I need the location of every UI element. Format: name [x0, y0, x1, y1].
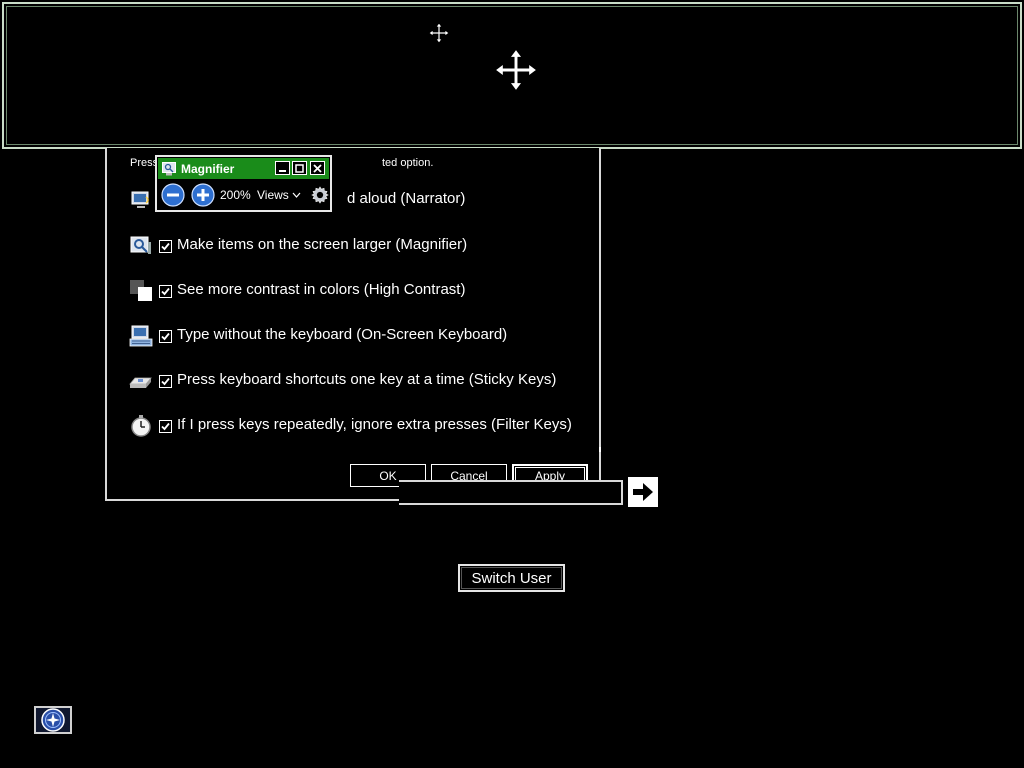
minimize-button[interactable] — [275, 161, 290, 175]
option-label-high-contrast: See more contrast in colors (High Contra… — [177, 281, 466, 298]
option-label-on-screen-keyboard: Type without the keyboard (On-Screen Key… — [177, 326, 508, 343]
maximize-icon — [295, 163, 304, 173]
on-screen-keyboard-icon — [129, 325, 153, 347]
high-contrast-icon — [130, 280, 152, 301]
option-magnifier[interactable]: Make items on the screen larger (Magnifi… — [129, 234, 589, 262]
high-contrast-checkbox[interactable] — [159, 285, 172, 298]
zoom-level: 200% — [220, 188, 251, 202]
chevron-down-icon — [292, 192, 301, 198]
magnifier-titlebar[interactable]: Magnifier — [158, 158, 329, 179]
sticky-keys-checkbox[interactable] — [159, 375, 172, 388]
option-high-contrast[interactable]: See more contrast in colors (High Contra… — [129, 279, 589, 307]
magnifier-lens-panel — [2, 2, 1022, 149]
magnifier-title: Magnifier — [181, 161, 235, 176]
move-cursor-large-icon — [494, 48, 538, 92]
switch-user-button[interactable]: Switch User — [458, 564, 565, 592]
close-button[interactable] — [310, 161, 325, 175]
option-filter-keys[interactable]: If I press keys repeatedly, ignore extra… — [129, 414, 589, 442]
zoom-in-button[interactable] — [191, 183, 215, 207]
views-dropdown[interactable]: Views — [257, 188, 301, 202]
magnifier-app-icon — [162, 161, 176, 175]
option-on-screen-keyboard[interactable]: Type without the keyboard (On-Screen Key… — [129, 324, 589, 352]
password-field-edge — [599, 447, 601, 452]
magnifier-toolbar-window[interactable]: Magnifier 200% Views — [155, 155, 332, 212]
on-screen-keyboard-checkbox[interactable] — [159, 330, 172, 343]
ease-of-access-button[interactable] — [34, 706, 72, 734]
gear-icon[interactable] — [311, 186, 329, 204]
filter-keys-icon — [131, 415, 151, 437]
dialog-hint-text-end: ted option. — [382, 157, 434, 169]
maximize-button[interactable] — [292, 161, 307, 175]
submit-button[interactable] — [628, 477, 658, 507]
ease-of-access-icon — [41, 708, 65, 732]
close-icon — [313, 163, 322, 173]
password-field[interactable] — [399, 480, 623, 505]
option-label-sticky-keys: Press keyboard shortcuts one key at a ti… — [177, 371, 557, 388]
option-sticky-keys[interactable]: Press keyboard shortcuts one key at a ti… — [129, 369, 589, 397]
sticky-keys-icon — [129, 377, 152, 388]
dialog-hint-text: Press — [130, 157, 159, 169]
move-cursor-icon — [428, 22, 450, 44]
narrator-icon — [131, 191, 149, 208]
option-label-narrator: d aloud (Narrator) — [347, 190, 466, 207]
magnifier-icon — [130, 236, 151, 254]
filter-keys-checkbox[interactable] — [159, 420, 172, 433]
arrow-right-icon — [633, 483, 653, 501]
option-label-filter-keys: If I press keys repeatedly, ignore extra… — [177, 416, 572, 433]
zoom-out-button[interactable] — [161, 183, 185, 207]
option-label-magnifier: Make items on the screen larger (Magnifi… — [177, 236, 468, 253]
minimize-icon — [279, 169, 286, 172]
views-label: Views — [257, 188, 289, 202]
magnifier-checkbox[interactable] — [159, 240, 172, 253]
